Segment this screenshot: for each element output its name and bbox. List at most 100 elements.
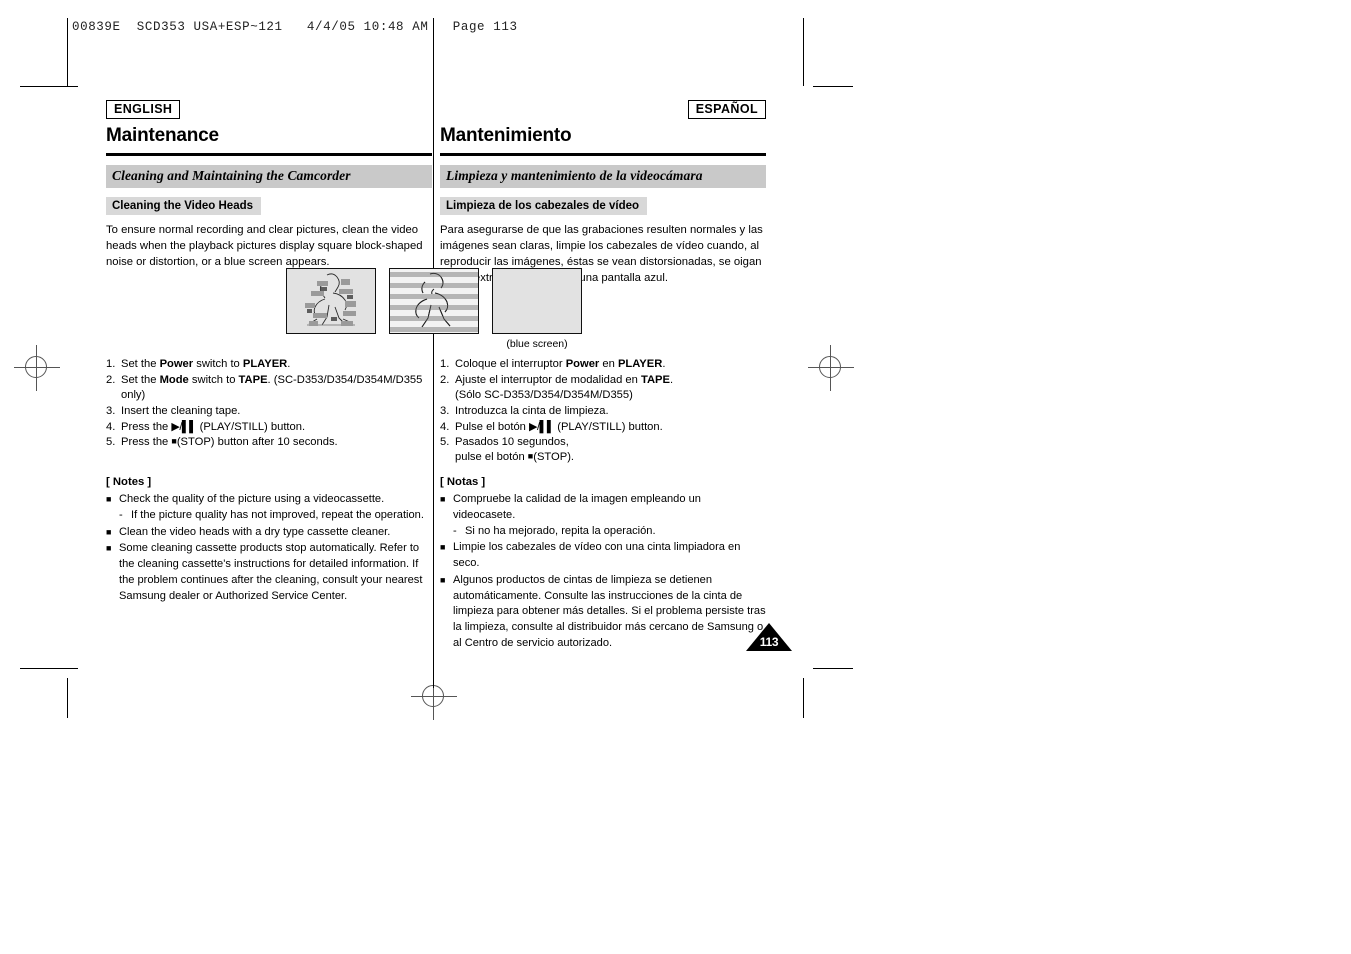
- list-item: - Si no ha mejorado, repita la operación…: [453, 524, 766, 540]
- step-number: 1.: [440, 358, 450, 370]
- step-text: Press the ■(STOP) button after 10 second…: [121, 436, 338, 449]
- registration-mark-right: [808, 345, 854, 391]
- list-item: 1. Coloque el interruptor Power en PLAYE…: [440, 357, 770, 372]
- square-bullet-icon: ■: [440, 542, 446, 553]
- list-item: ■ Compruebe la calidad de la imagen empl…: [440, 492, 766, 524]
- step-number: 4.: [440, 420, 450, 433]
- crop-mark-bottom-left-horizontal: [20, 668, 78, 669]
- step-text: Coloque el interruptor Power en PLAYER.: [455, 358, 666, 370]
- list-item: 2. Ajuste el interruptor de modalidad en…: [440, 373, 770, 403]
- list-item: 5. Press the ■(STOP) button after 10 sec…: [106, 435, 436, 450]
- list-item: 4. Press the ▶/▌▌ (PLAY/STILL) button.: [106, 420, 436, 435]
- square-bullet-icon: ■: [106, 494, 112, 505]
- spanish-notes-block: [ Notas ] ■ Compruebe la calidad de la i…: [440, 474, 766, 652]
- list-item: 2. Set the Mode switch to TAPE. (SC-D353…: [106, 373, 436, 403]
- step-text: Set the Mode switch to TAPE. (SC-D353/D3…: [121, 373, 423, 401]
- step-text: Pasados 10 segundos, pulse el botón ■(STO…: [455, 436, 575, 464]
- english-column: ENGLISH Maintenance Cleaning and Maintai…: [106, 100, 432, 270]
- step-text: Pulse el botón ▶/▌▌ (PLAY/STILL) button.: [455, 420, 663, 433]
- english-steps-list: 1. Set the Power switch to PLAYER. 2. Se…: [106, 357, 436, 451]
- step-number: 3.: [106, 404, 116, 417]
- list-item: 5. Pasados 10 segundos, pulse el botón ■(…: [440, 435, 770, 465]
- prepress-header: 00839E SCD353 USA+ESP~121 4/4/05 10:48 A…: [72, 20, 518, 34]
- play-still-icon: ▶/▌▌: [171, 420, 197, 433]
- list-item: ■ Some cleaning cassette products stop a…: [106, 541, 432, 604]
- step-text: Ajuste el interruptor de modalidad en TA…: [455, 373, 674, 401]
- spanish-column: ESPAÑOL Mantenimiento Limpieza y manteni…: [440, 100, 766, 286]
- english-intro-text: To ensure normal recording and clear pic…: [106, 224, 423, 269]
- dash-bullet-icon: -: [119, 508, 123, 521]
- spanish-title-rule: [440, 153, 766, 157]
- page-number-badge: 113: [746, 623, 792, 651]
- crop-mark-top-right-horizontal: [813, 86, 853, 87]
- registration-mark-bottom-center: [411, 674, 457, 720]
- manual-page: 00839E SCD353 USA+ESP~121 4/4/05 10:48 A…: [0, 0, 1351, 954]
- note-subtext: If the picture quality has not improved,…: [131, 508, 424, 521]
- list-item: ■ Check the quality of the picture using…: [106, 492, 432, 508]
- striped-distortion-illustration: [390, 269, 478, 333]
- step-number: 5.: [440, 436, 450, 449]
- illustration-group: (blue screen): [286, 268, 586, 350]
- figure-blue-screen-caption: (blue screen): [506, 338, 568, 350]
- note-text: Compruebe la calidad de la imagen emplea…: [453, 493, 701, 521]
- note-text: Clean the video heads with a dry type ca…: [119, 525, 391, 538]
- language-badge-spanish: ESPAÑOL: [687, 100, 766, 120]
- page-number: 113: [759, 635, 779, 649]
- crop-mark-bottom-right-horizontal: [813, 668, 853, 669]
- registration-mark-left: [14, 345, 60, 391]
- square-bullet-icon: ■: [440, 494, 446, 505]
- crop-mark-top-left-horizontal: [20, 86, 78, 87]
- list-item: 3. Introduzca la cinta de limpieza.: [440, 404, 770, 419]
- spanish-notes-title: [ Notas ]: [440, 476, 486, 488]
- step-text: Set the Power switch to PLAYER.: [121, 358, 291, 370]
- step-number: 4.: [106, 420, 116, 433]
- square-bullet-icon: ■: [106, 543, 112, 554]
- spanish-subsection-band: Limpieza de los cabezales de vídeo: [440, 197, 648, 216]
- list-item: 3. Insert the cleaning tape.: [106, 404, 436, 419]
- step-number: 3.: [440, 404, 450, 417]
- list-item: 4. Pulse el botón ▶/▌▌ (PLAY/STILL) butt…: [440, 420, 770, 435]
- language-badge-english: ENGLISH: [106, 100, 181, 120]
- crop-mark-bottom-right-vertical: [803, 678, 804, 718]
- step-text: Introduzca la cinta de limpieza.: [455, 404, 609, 417]
- block-noise-illustration: [287, 269, 375, 333]
- figure-block-noise: [286, 268, 376, 334]
- english-notes-block: [ Notes ] ■ Check the quality of the pic…: [106, 474, 432, 604]
- english-title-rule: [106, 153, 432, 157]
- spanish-chapter-title: Mantenimiento: [440, 125, 572, 147]
- list-item: ■ Clean the video heads with a dry type …: [106, 525, 432, 541]
- list-item: 1. Set the Power switch to PLAYER.: [106, 357, 436, 372]
- english-notes-title: [ Notes ]: [106, 476, 152, 488]
- step-text: Insert the cleaning tape.: [121, 404, 241, 417]
- spanish-section-band: Limpieza y mantenimiento de la videocáma…: [440, 165, 766, 189]
- figure-blue-screen: [492, 268, 582, 334]
- crop-mark-top-right-vertical: [803, 18, 804, 86]
- list-item: - If the picture quality has not improve…: [119, 508, 432, 524]
- crop-mark-bottom-left-vertical: [67, 678, 68, 718]
- step-number: 2.: [440, 373, 450, 386]
- note-text: Check the quality of the picture using a…: [119, 493, 385, 506]
- step-number: 5.: [106, 436, 116, 449]
- dash-bullet-icon: -: [453, 524, 457, 537]
- crop-mark-top-left-vertical: [67, 18, 68, 86]
- square-bullet-icon: ■: [440, 574, 446, 585]
- list-item: ■ Algunos productos de cintas de limpiez…: [440, 573, 766, 652]
- english-badge-row: ENGLISH: [106, 100, 432, 120]
- square-bullet-icon: ■: [106, 526, 112, 537]
- play-still-icon: ▶/▌▌: [529, 420, 555, 433]
- note-subtext: Si no ha mejorado, repita la operación.: [465, 524, 656, 537]
- english-subsection-band: Cleaning the Video Heads: [106, 197, 262, 216]
- step-number: 2.: [106, 373, 116, 386]
- note-text: Algunos productos de cintas de limpieza …: [453, 573, 766, 649]
- english-chapter-title: Maintenance: [106, 125, 219, 147]
- spanish-steps-list: 1. Coloque el interruptor Power en PLAYE…: [440, 357, 770, 466]
- note-text: Limpie los cabezales de vídeo con una ci…: [453, 541, 741, 570]
- list-item: ■ Limpie los cabezales de vídeo con una …: [440, 540, 766, 572]
- step-number: 1.: [106, 358, 116, 370]
- note-text: Some cleaning cassette products stop aut…: [119, 542, 423, 602]
- spanish-badge-row: ESPAÑOL: [440, 100, 766, 120]
- figure-striped-distortion: [389, 268, 479, 334]
- page-fold-line: [433, 18, 434, 688]
- english-section-band: Cleaning and Maintaining the Camcorder: [106, 165, 432, 189]
- step-text: Press the ▶/▌▌ (PLAY/STILL) button.: [121, 420, 306, 433]
